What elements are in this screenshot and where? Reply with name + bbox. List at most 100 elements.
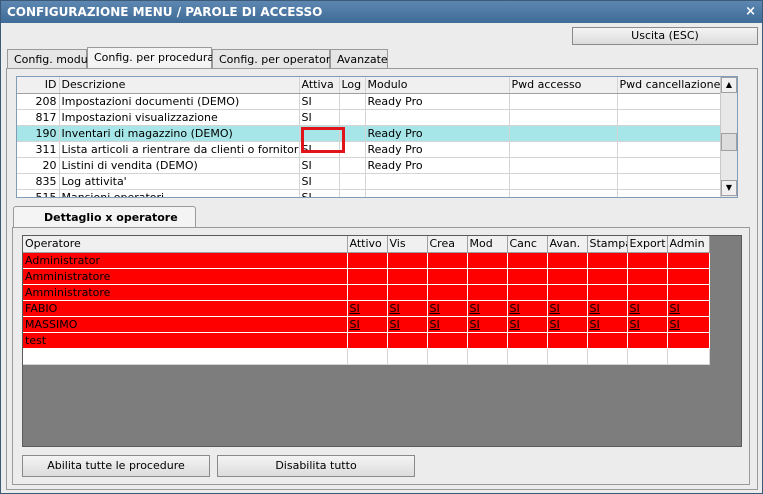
table-row[interactable]: 311 Lista articoli a rientrare da client… — [17, 141, 722, 158]
cell-canc[interactable] — [507, 332, 548, 349]
cell-pwd-accesso[interactable] — [509, 109, 618, 126]
cell-attiva[interactable]: SI — [299, 93, 340, 110]
cell-crea[interactable] — [427, 284, 468, 301]
col-header-canc[interactable]: Canc — [507, 236, 548, 253]
tab-config-per-operatore[interactable]: Config. per operatore — [212, 49, 337, 69]
cell-attivo[interactable] — [347, 252, 388, 269]
enable-all-button[interactable]: Abilita tutte le procedure — [22, 455, 210, 477]
cell-pwd-accesso[interactable] — [509, 125, 618, 142]
cell-canc[interactable] — [507, 268, 548, 285]
cell-mod[interactable]: SI — [467, 316, 508, 333]
table-row[interactable]: 20 Listini di vendita (DEMO) SI Ready Pr… — [17, 157, 722, 174]
cell-empty[interactable] — [547, 348, 588, 365]
col-header-admin[interactable]: Admin — [667, 236, 710, 253]
cell-empty[interactable] — [587, 348, 628, 365]
cell-empty[interactable] — [347, 348, 388, 365]
cell-pwd-accesso[interactable] — [509, 173, 618, 190]
cell-export[interactable] — [627, 332, 668, 349]
cell-vis[interactable]: SI — [387, 316, 428, 333]
cell-mod[interactable] — [467, 252, 508, 269]
cell-avan[interactable]: SI — [547, 300, 588, 317]
cell-admin[interactable] — [667, 268, 710, 285]
cell-admin[interactable]: SI — [667, 300, 710, 317]
cell-mod[interactable]: SI — [467, 300, 508, 317]
cell-pwd-cancellazione[interactable] — [617, 125, 722, 142]
table-row[interactable]: Administrator — [23, 252, 710, 269]
cell-empty[interactable] — [627, 348, 668, 365]
cell-empty[interactable] — [667, 348, 710, 365]
cell-avan[interactable] — [547, 332, 588, 349]
col-header-id[interactable]: ID — [17, 77, 60, 94]
cell-attiva[interactable]: SI — [299, 157, 340, 174]
cell-pwd-cancellazione[interactable] — [617, 173, 722, 190]
cell-empty[interactable] — [23, 348, 348, 365]
table-row-empty[interactable] — [23, 348, 710, 365]
cell-export[interactable] — [627, 268, 668, 285]
cell-log[interactable] — [339, 189, 366, 197]
tab-dettaglio-operatore[interactable]: Dettaglio x operatore — [13, 206, 196, 228]
cell-canc[interactable]: SI — [507, 300, 548, 317]
table-row[interactable]: Amministratore — [23, 268, 710, 285]
cell-stampa[interactable] — [587, 252, 628, 269]
cell-stampa[interactable] — [587, 332, 628, 349]
cell-attivo[interactable]: SI — [347, 316, 388, 333]
table-row[interactable]: FABIO SI SI SI SI SI SI SI SI SI — [23, 300, 710, 317]
cell-pwd-cancellazione[interactable] — [617, 189, 722, 197]
cell-stampa[interactable] — [587, 284, 628, 301]
cell-avan[interactable] — [547, 268, 588, 285]
scroll-up-icon[interactable]: ▲ — [721, 77, 737, 93]
cell-admin[interactable] — [667, 284, 710, 301]
cell-export[interactable] — [627, 252, 668, 269]
cell-mod[interactable] — [467, 268, 508, 285]
tab-config-moduli[interactable]: Config. moduli — [7, 49, 94, 69]
col-header-operatore[interactable]: Operatore — [23, 236, 348, 253]
col-header-attiva[interactable]: Attiva — [299, 77, 340, 94]
cell-vis[interactable] — [387, 252, 428, 269]
cell-empty[interactable] — [467, 348, 508, 365]
tab-config-per-procedura[interactable]: Config. per procedura — [87, 47, 214, 69]
cell-attiva[interactable]: SI — [299, 189, 340, 197]
cell-vis[interactable] — [387, 284, 428, 301]
cell-mod[interactable] — [467, 284, 508, 301]
cell-vis[interactable] — [387, 268, 428, 285]
close-icon[interactable]: × — [745, 1, 756, 23]
cell-pwd-cancellazione[interactable] — [617, 157, 722, 174]
cell-pwd-accesso[interactable] — [509, 189, 618, 197]
table-row[interactable]: test — [23, 332, 710, 349]
tab-avanzate[interactable]: Avanzate — [330, 49, 388, 69]
cell-export[interactable]: SI — [627, 316, 668, 333]
cell-crea[interactable]: SI — [427, 300, 468, 317]
col-header-avan[interactable]: Avan. — [547, 236, 588, 253]
cell-pwd-accesso[interactable] — [509, 93, 618, 110]
disable-all-button[interactable]: Disabilita tutto — [217, 455, 415, 477]
cell-pwd-accesso[interactable] — [509, 141, 618, 158]
cell-avan[interactable] — [547, 284, 588, 301]
cell-log[interactable] — [339, 157, 366, 174]
cell-log[interactable] — [339, 109, 366, 126]
cell-empty[interactable] — [387, 348, 428, 365]
cell-stampa[interactable]: SI — [587, 316, 628, 333]
col-header-export[interactable]: Export — [627, 236, 668, 253]
cell-admin[interactable] — [667, 252, 710, 269]
table-row[interactable]: 515 Mansioni operatori SI — [17, 189, 722, 197]
cell-crea[interactable]: SI — [427, 316, 468, 333]
cell-log[interactable] — [339, 173, 366, 190]
cell-pwd-accesso[interactable] — [509, 157, 618, 174]
table-row[interactable]: MASSIMO SI SI SI SI SI SI SI SI SI — [23, 316, 710, 333]
table-row[interactable]: 208 Impostazioni documenti (DEMO) SI Rea… — [17, 93, 722, 110]
col-header-log[interactable]: Log — [339, 77, 366, 94]
cell-pwd-cancellazione[interactable] — [617, 93, 722, 110]
cell-attiva[interactable]: SI — [299, 109, 340, 126]
cell-pwd-cancellazione[interactable] — [617, 109, 722, 126]
cell-admin[interactable] — [667, 332, 710, 349]
exit-button[interactable]: Uscita (ESC) — [572, 27, 758, 45]
col-header-modulo[interactable]: Modulo — [365, 77, 510, 94]
cell-mod[interactable] — [467, 332, 508, 349]
cell-export[interactable]: SI — [627, 300, 668, 317]
cell-empty[interactable] — [507, 348, 548, 365]
cell-attivo[interactable] — [347, 332, 388, 349]
cell-crea[interactable] — [427, 332, 468, 349]
col-header-mod[interactable]: Mod — [467, 236, 508, 253]
col-header-stampa[interactable]: Stampa — [587, 236, 628, 253]
col-header-pwd-cancellazione[interactable]: Pwd cancellazione — [617, 77, 722, 94]
